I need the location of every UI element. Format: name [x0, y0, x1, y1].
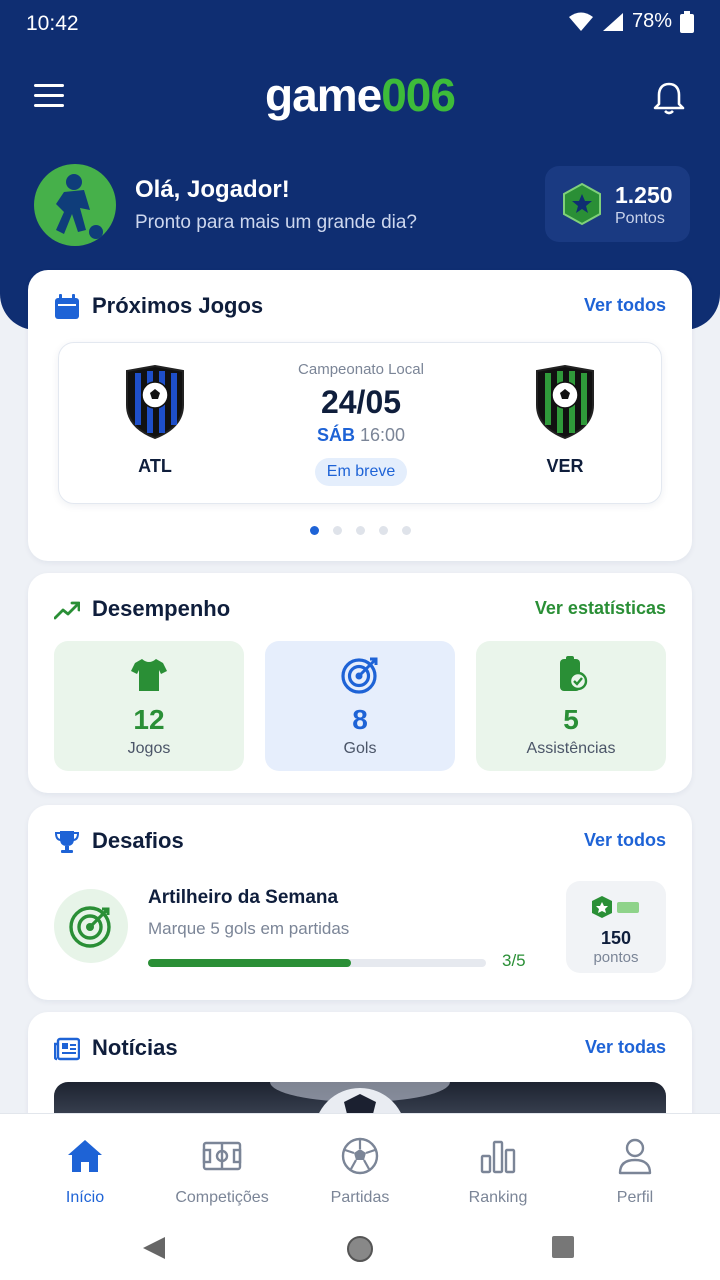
nav-home[interactable]: Início: [20, 1136, 150, 1207]
challenge-icon: [54, 889, 128, 963]
user-icon: [618, 1138, 652, 1175]
status-icons: 78%: [568, 10, 694, 33]
upcoming-matches-card: Próximos Jogos Ver todos ATL Campeonato …: [28, 270, 692, 561]
status-badge: Em breve: [314, 458, 408, 486]
challenges-card: Desafios Ver todos Artilheiro da Semana …: [28, 805, 692, 1000]
soccer-ball-icon: [341, 1137, 379, 1175]
target-icon: [341, 657, 378, 694]
nav-competitions[interactable]: Competições: [157, 1136, 287, 1207]
assist-icon: [560, 656, 588, 691]
away-team: VER: [515, 364, 615, 477]
section-title: Desafios: [92, 828, 184, 853]
page-dot[interactable]: [378, 526, 388, 535]
trophy-icon: [54, 831, 80, 853]
reward-label: pontos: [593, 949, 639, 966]
page-dot[interactable]: [309, 526, 319, 535]
status-bar: 10:42 78%: [0, 0, 720, 50]
stat-value: 12: [133, 704, 165, 735]
stat-assists[interactable]: 5 Assistências: [476, 641, 666, 771]
match-info: Campeonato Local 24/05 SÁB 16:00 Em brev…: [239, 361, 483, 486]
team-shield-icon: [536, 364, 594, 440]
stat-value: 8: [352, 704, 368, 735]
bar-chart-icon: [480, 1140, 516, 1174]
competition-name: Campeonato Local: [298, 361, 424, 378]
page-dot[interactable]: [355, 526, 365, 535]
match-day: SÁB: [316, 425, 355, 445]
see-all-matches-link[interactable]: Ver todos: [584, 295, 666, 316]
see-all-challenges-link[interactable]: Ver todos: [584, 830, 666, 851]
challenge-description: Marque 5 gols em partidas: [148, 919, 350, 938]
page-dot[interactable]: [332, 526, 342, 535]
target-icon: [69, 906, 111, 948]
progress-fill: [148, 959, 351, 967]
nav-label: Competições: [175, 1189, 269, 1206]
stat-label: Jogos: [127, 740, 171, 757]
page-dot[interactable]: [401, 526, 411, 535]
home-team: ATL: [105, 364, 205, 477]
stat-goals[interactable]: 8 Gols: [265, 641, 455, 771]
match-date: 24/05: [320, 384, 402, 420]
challenge-progress-text: 3/5: [502, 951, 526, 970]
see-stats-link[interactable]: Ver estatísticas: [535, 598, 666, 619]
nav-matches[interactable]: Partidas: [295, 1136, 425, 1207]
carousel-pagination[interactable]: [28, 526, 692, 535]
greeting-subtitle: Pronto para mais um grande dia?: [135, 212, 417, 233]
jersey-icon: [131, 659, 167, 691]
points-value: 1.250: [615, 182, 673, 208]
section-title: Próximos Jogos: [92, 293, 264, 318]
stat-value: 5: [563, 704, 579, 735]
avatar[interactable]: [34, 164, 116, 246]
newspaper-icon: [54, 1037, 80, 1061]
challenge-progress-bar: [148, 959, 486, 967]
challenge-title: Artilheiro da Semana: [148, 887, 339, 908]
trend-up-icon: [54, 601, 80, 620]
match-card[interactable]: ATL Campeonato Local 24/05 SÁB 16:00 Em …: [58, 342, 662, 504]
home-icon: [68, 1140, 102, 1172]
section-title: Desempenho: [92, 596, 231, 621]
see-all-news-link[interactable]: Ver todas: [585, 1037, 666, 1058]
reward-hexagon-icon: [592, 896, 639, 918]
calendar-icon: [55, 294, 79, 319]
nav-profile[interactable]: Perfil: [570, 1136, 700, 1207]
stat-label: Assistências: [526, 740, 616, 757]
home-team-name: ATL: [138, 456, 172, 476]
greeting: Olá, Jogador!: [135, 176, 290, 203]
challenge-reward: 150 pontos: [566, 881, 666, 973]
points-badge[interactable]: 1.250 Pontos: [545, 166, 690, 242]
points-label: Pontos: [615, 210, 665, 227]
status-time: 10:42: [26, 12, 79, 35]
away-team-name: VER: [546, 456, 584, 476]
recents-icon[interactable]: [551, 1235, 575, 1259]
team-shield-icon: [126, 364, 184, 440]
nav-ranking[interactable]: Ranking: [433, 1136, 563, 1207]
home-button-icon[interactable]: [346, 1235, 374, 1263]
reward-value: 150: [600, 928, 632, 948]
app-logo: game006: [265, 69, 456, 121]
field-icon: [202, 1141, 242, 1171]
bell-icon[interactable]: [652, 80, 686, 116]
stat-games[interactable]: 12 Jogos: [54, 641, 244, 771]
nav-label: Início: [65, 1189, 105, 1206]
performance-card: Desempenho Ver estatísticas 12 Jogos 8 G…: [28, 573, 692, 793]
stat-label: Gols: [343, 740, 377, 757]
bottom-navigation: Início Competições Partidas Ranking Perf…: [0, 1113, 720, 1217]
star-hexagon-icon: [563, 182, 601, 226]
nav-label: Partidas: [330, 1189, 390, 1206]
nav-label: Perfil: [616, 1189, 654, 1206]
wifi-icon: [568, 12, 593, 31]
section-title: Notícias: [92, 1035, 178, 1060]
nav-label: Ranking: [468, 1189, 528, 1206]
signal-icon: [602, 12, 623, 31]
back-icon[interactable]: [141, 1235, 167, 1261]
battery-percent: 78%: [631, 10, 672, 32]
system-navigation-bar: [0, 1217, 720, 1280]
match-time: 16:00: [359, 425, 406, 445]
battery-icon: [680, 10, 694, 33]
player-silhouette-icon: [56, 174, 103, 239]
